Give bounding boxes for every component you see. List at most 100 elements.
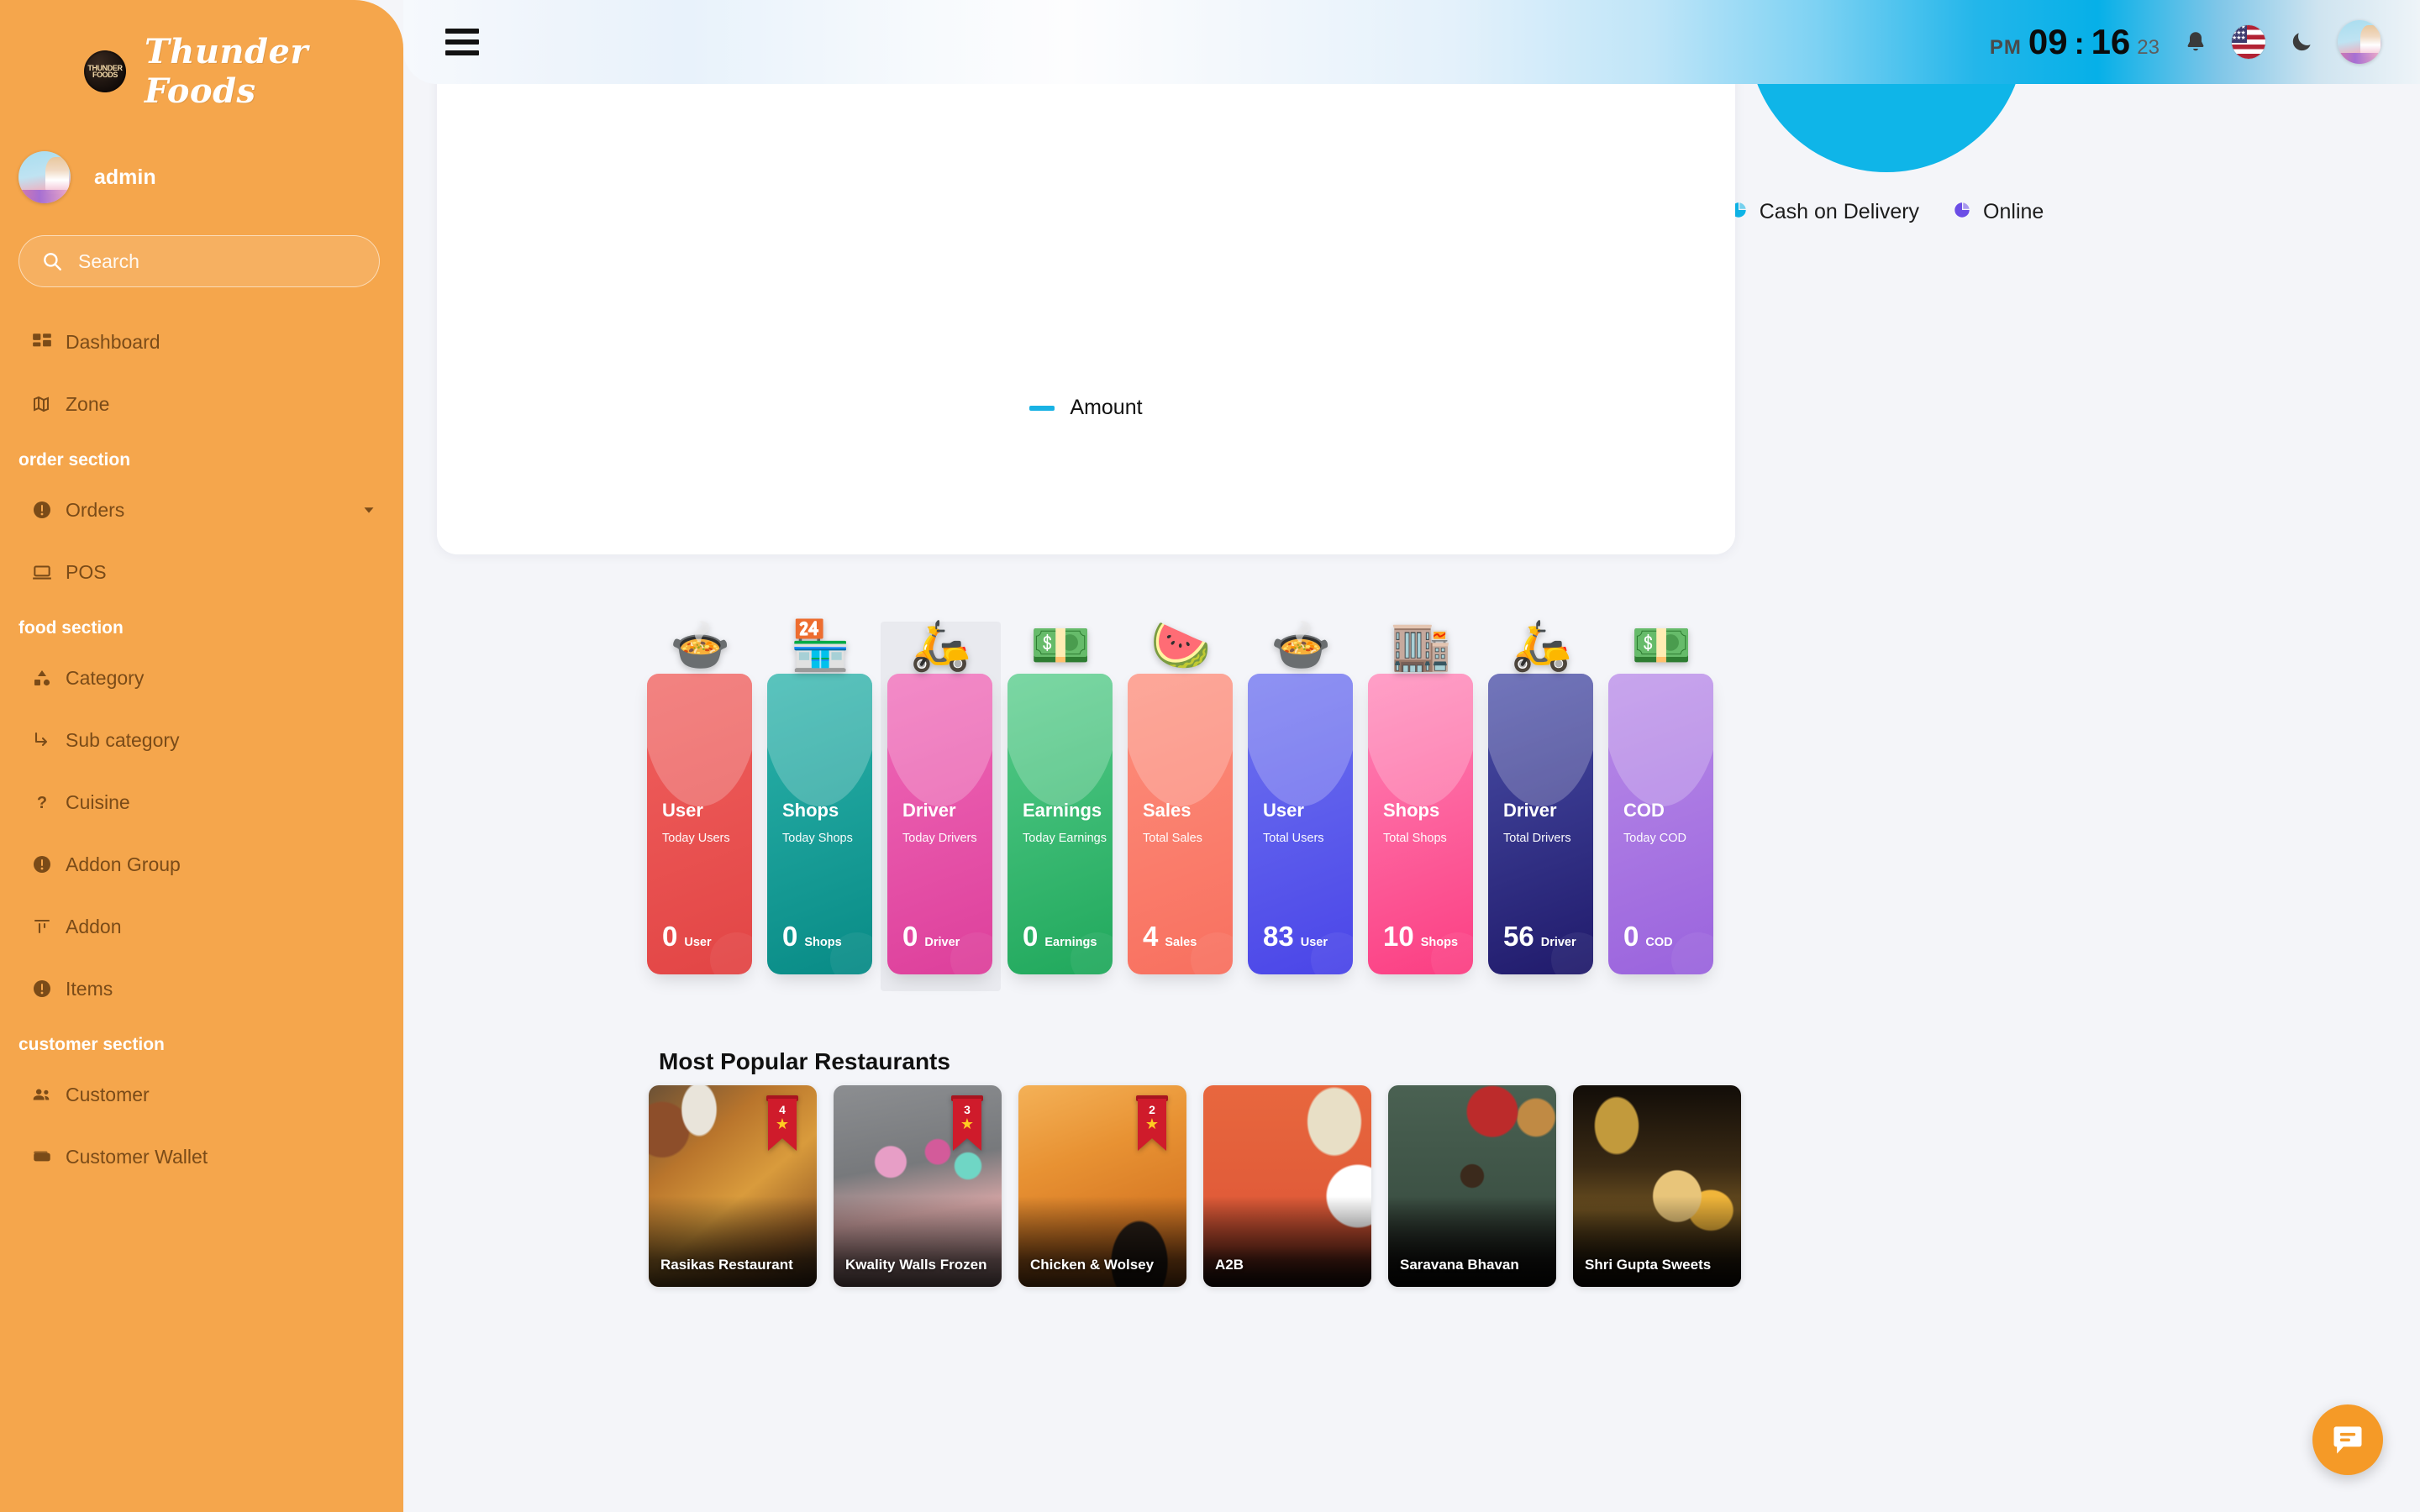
stat-card-total-sales[interactable]: Sales Total Sales 4 Sales (1128, 674, 1233, 974)
stat-value: 0 (1023, 921, 1039, 952)
topbar-right: PM 09 : 16 23 ★★★ ★★★ ★★★ (1990, 20, 2420, 64)
star-icon: ★ (1144, 1116, 1160, 1132)
stat-card-today-drivers[interactable]: Driver Today Drivers 0 Driver (887, 674, 992, 974)
stat-card-today-users[interactable]: User Today Users 0 User (647, 674, 752, 974)
sidebar-item-dashboard[interactable]: Dashboard (0, 311, 403, 373)
restaurant-card[interactable]: Shri Gupta Sweets (1573, 1085, 1741, 1287)
people-icon (18, 1084, 66, 1105)
food-bowl-icon: 🍲 (670, 618, 731, 673)
restaurant-name: Saravana Bhavan (1400, 1257, 1519, 1273)
stat-card-body: COD Today COD (1623, 800, 1686, 845)
delivery-scooter-icon: 🛵 (910, 618, 971, 673)
stat-cards-row: User Today Users 0 User 🍲 Shops Today Sh… (640, 622, 1722, 991)
sidebar-item-orders[interactable]: Orders (0, 479, 403, 541)
user-avatar[interactable] (2338, 20, 2381, 64)
stat-card-footer: 56 Driver (1503, 921, 1576, 953)
map-icon (18, 394, 66, 414)
sidebar-item-zone[interactable]: Zone (0, 373, 403, 435)
rank-number: 4 (779, 1103, 786, 1116)
pie-legend-item-online[interactable]: Online (1953, 200, 2044, 224)
question-mark-icon: ? (18, 792, 66, 812)
stat-card-body: Driver Today Drivers (902, 800, 977, 845)
restaurant-card[interactable]: 2 ★ Chicken & Wolsey (1018, 1085, 1186, 1287)
rank-ribbon: 2 ★ (1136, 1095, 1168, 1151)
stat-title: Sales (1143, 800, 1192, 821)
stat-card-footer: 0 Driver (902, 921, 960, 953)
sidebar-item-label: Category (66, 666, 145, 689)
restaurant-card[interactable]: 3 ★ Kwality Walls Frozen (834, 1085, 1002, 1287)
stat-title: Driver (902, 800, 956, 821)
chat-bubble-icon[interactable] (2312, 1404, 2383, 1475)
stat-subtitle: Today Drivers (902, 832, 977, 845)
stat-card-today-cod[interactable]: COD Today COD 0 COD (1608, 674, 1713, 974)
sidebar-item-addon-group[interactable]: Addon Group (0, 833, 403, 895)
stat-subtitle: Total Drivers (1503, 832, 1571, 845)
sidebar-item-customer-wallet[interactable]: Customer Wallet (0, 1126, 403, 1188)
avatar (18, 151, 71, 203)
search-input[interactable] (78, 249, 357, 273)
rank-number: 3 (964, 1103, 971, 1116)
dark-mode-moon-icon[interactable] (2289, 29, 2314, 55)
stat-card-total-users[interactable]: User Total Users 83 User (1248, 674, 1353, 974)
sidebar-item-label: Customer Wallet (66, 1145, 208, 1168)
stat-unit: Driver (924, 936, 960, 949)
stat-card-footer: 83 User (1263, 921, 1328, 953)
stat-card-body: Shops Total Shops (1383, 800, 1447, 845)
stat-unit: Driver (1540, 936, 1576, 949)
stat-card-today-shops[interactable]: Shops Today Shops 0 Shops (767, 674, 872, 974)
stat-card-footer: 10 Shops (1383, 921, 1458, 953)
restaurant-card[interactable]: A2B (1203, 1085, 1371, 1287)
sidebar-item-pos[interactable]: POS (0, 541, 403, 603)
notification-bell-icon[interactable] (2183, 29, 2208, 55)
sidebar-search (0, 203, 403, 287)
sidebar-item-cuisine[interactable]: ? Cuisine (0, 771, 403, 833)
sidebar-section-customer: customer section (18, 1035, 165, 1054)
stat-title: User (1263, 800, 1304, 821)
clock: PM 09 : 16 23 (1990, 22, 2160, 62)
chevron-down-icon[interactable] (360, 501, 378, 519)
stat-title: Earnings (1023, 800, 1102, 821)
sidebar-item-addon[interactable]: Addon (0, 895, 403, 958)
stat-card-body: User Today Users (662, 800, 730, 845)
usa-flag-icon[interactable]: ★★★ ★★★ ★★★ (2232, 25, 2265, 59)
sidebar-item-customer[interactable]: Customer (0, 1063, 403, 1126)
rank-ribbon: 3 ★ (951, 1095, 983, 1151)
sidebar-item-items[interactable]: Items (0, 958, 403, 1020)
hamburger-icon[interactable] (445, 29, 479, 55)
sidebar-item-sub-category[interactable]: Sub category (0, 709, 403, 771)
stat-value: 83 (1263, 921, 1294, 952)
search-icon (41, 250, 63, 272)
restaurant-name: Chicken & Wolsey (1030, 1257, 1155, 1273)
stat-unit: Sales (1165, 936, 1197, 949)
stat-title: Shops (782, 800, 839, 821)
stat-value: 0 (1623, 921, 1639, 952)
stat-card-today-earnings[interactable]: Earnings Today Earnings 0 Earnings (1007, 674, 1113, 974)
stat-value: 0 (662, 921, 678, 952)
stat-card-total-drivers[interactable]: Driver Total Drivers 56 Driver (1488, 674, 1593, 974)
stat-unit: User (684, 936, 712, 949)
brand-header[interactable]: THUNDER FOODS Thunder Foods (0, 0, 403, 111)
department-store-icon: 🏬 (1391, 618, 1452, 673)
pie-legend-item-cod[interactable]: Cash on Delivery (1729, 200, 1919, 224)
legend-label-amount: Amount (1070, 396, 1143, 419)
sidebar-user[interactable]: admin (0, 111, 403, 203)
search-box[interactable] (18, 235, 380, 287)
restaurant-card[interactable]: 4 ★ Rasikas Restaurant (649, 1085, 817, 1287)
sidebar-item-label: Orders (66, 498, 125, 521)
sidebar-item-category[interactable]: Category (0, 647, 403, 709)
stat-card-body: Driver Total Drivers (1503, 800, 1571, 845)
logo-text: THUNDER FOODS (87, 64, 123, 79)
laptop-icon (18, 561, 66, 583)
shop-storefront-icon: 🏪 (790, 618, 851, 673)
sidebar-item-label: Dashboard (66, 330, 160, 353)
stat-subtitle: Today COD (1623, 832, 1686, 845)
stat-card-total-shops[interactable]: Shops Total Shops 10 Shops (1368, 674, 1473, 974)
sidebar-section-food: food section (18, 618, 124, 638)
restaurant-card[interactable]: Saravana Bhavan (1388, 1085, 1556, 1287)
stat-title: User (662, 800, 703, 821)
sidebar-section-order: order section (18, 450, 131, 470)
sidebar-item-label: POS (66, 560, 107, 583)
stat-slot: Shops Today Shops 0 Shops 🏪 (760, 622, 881, 991)
watermelon-icon: 🍉 (1150, 618, 1212, 673)
chart-legend: Amount (437, 396, 1735, 420)
